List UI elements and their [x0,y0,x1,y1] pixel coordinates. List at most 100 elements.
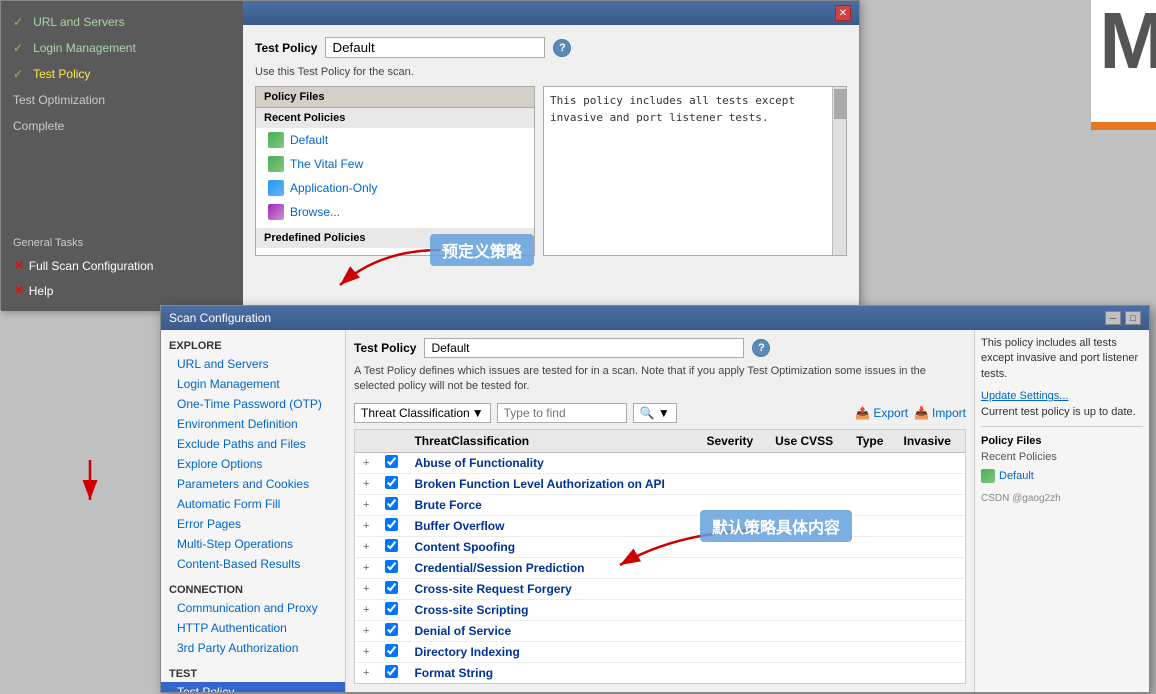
full-scan-config-task[interactable]: ✕ Full Scan Configuration [1,253,243,278]
expand-cell[interactable]: + [355,662,377,683]
col-check [377,430,406,453]
row-checkbox[interactable] [385,518,398,531]
expand-cell[interactable]: + [355,641,377,662]
invasive-cell [896,599,965,620]
row-checkbox[interactable] [385,602,398,615]
col-severity[interactable]: Severity [698,430,767,453]
checkbox-cell[interactable] [377,452,406,473]
sidebar-item-test-optimization[interactable]: Test Optimization [1,87,243,113]
nav-item-login-mgmt[interactable]: Login Management [161,374,345,394]
bg-close-button[interactable]: ✕ [835,5,851,21]
main-window-title: Scan Configuration [169,311,271,325]
type-cell [848,599,895,620]
row-checkbox[interactable] [385,644,398,657]
policy-input[interactable] [424,338,744,358]
col-type[interactable]: Type [848,430,895,453]
table-row: + Broken Function Level Authorization on… [355,473,965,494]
help-button[interactable]: ? [752,339,770,357]
checkbox-cell[interactable] [377,536,406,557]
bg-scrollbar-thumb[interactable] [834,89,846,119]
nav-item-content-based[interactable]: Content-Based Results [161,554,345,574]
nav-item-error-pages[interactable]: Error Pages [161,514,345,534]
invasive-cell [896,662,965,683]
bg-policy-files-header: Policy Files [256,87,534,108]
sidebar-item-test-policy[interactable]: Test Policy [1,61,243,87]
row-checkbox[interactable] [385,581,398,594]
expand-cell[interactable]: + [355,536,377,557]
checkbox-cell[interactable] [377,494,406,515]
threat-name-cell: Format String [406,662,698,683]
bg-policy-item-vital[interactable]: The Vital Few [256,152,534,176]
expand-cell[interactable]: + [355,452,377,473]
table-row: + Directory Indexing [355,641,965,662]
nav-item-url-servers[interactable]: URL and Servers [161,354,345,374]
row-checkbox[interactable] [385,623,398,636]
minimize-button[interactable]: ─ [1105,311,1121,325]
bg-policy-item-browse[interactable]: Browse... [256,200,534,224]
nav-item-3rd-party[interactable]: 3rd Party Authorization [161,638,345,658]
sidebar-item-login-management[interactable]: Login Management [1,35,243,61]
severity-cell [698,452,767,473]
severity-cell [698,641,767,662]
checkbox-cell[interactable] [377,473,406,494]
col-cvss[interactable]: Use CVSS [767,430,848,453]
expand-cell[interactable]: + [355,494,377,515]
bg-policy-item-default[interactable]: Default [256,128,534,152]
sidebar-item-url-servers[interactable]: URL and Servers [1,9,243,35]
expand-cell[interactable]: + [355,557,377,578]
nav-item-comm-proxy[interactable]: Communication and Proxy [161,598,345,618]
checkbox-cell[interactable] [377,557,406,578]
info-desc-text: This policy includes all tests except in… [981,336,1143,382]
checkbox-cell[interactable] [377,578,406,599]
row-checkbox[interactable] [385,497,398,510]
expand-cell[interactable]: + [355,683,377,684]
chevron-down-icon: ▼ [472,406,484,420]
checkbox-cell[interactable] [377,683,406,684]
invasive-cell [896,494,965,515]
help-task[interactable]: ✕ Help [1,278,243,303]
bg-policy-item-app-only[interactable]: Application-Only [256,176,534,200]
nav-item-otp[interactable]: One-Time Password (OTP) [161,394,345,414]
search-button[interactable]: 🔍 ▼ [633,403,677,423]
row-checkbox[interactable] [385,539,398,552]
expand-cell[interactable]: + [355,515,377,536]
expand-cell[interactable]: + [355,620,377,641]
checkbox-cell[interactable] [377,599,406,620]
nav-item-exclude[interactable]: Exclude Paths and Files [161,434,345,454]
bg-scrollbar[interactable] [832,87,846,255]
nav-item-multi-step[interactable]: Multi-Step Operations [161,534,345,554]
sidebar-item-complete[interactable]: Complete [1,113,243,139]
expand-cell[interactable]: + [355,578,377,599]
nav-item-http-auth[interactable]: HTTP Authentication [161,618,345,638]
threat-table-container[interactable]: ThreatClassification Severity Use CVSS T… [354,429,966,684]
nav-item-test-policy[interactable]: Test Policy [161,682,345,692]
row-checkbox[interactable] [385,665,398,678]
checkbox-cell[interactable] [377,620,406,641]
expand-cell[interactable]: + [355,599,377,620]
export-button[interactable]: 📤 Export [855,406,908,420]
checkbox-cell[interactable] [377,662,406,683]
nav-item-params-cookies[interactable]: Parameters and Cookies [161,474,345,494]
bg-policy-input[interactable] [325,37,545,58]
checkbox-cell[interactable] [377,515,406,536]
info-recent-item-default[interactable]: Default [981,467,1143,485]
nav-item-env-def[interactable]: Environment Definition [161,414,345,434]
sidebar-item-label: Login Management [33,41,136,55]
checkbox-cell[interactable] [377,641,406,662]
maximize-button[interactable]: □ [1125,311,1141,325]
nav-item-auto-form[interactable]: Automatic Form Fill [161,494,345,514]
col-threat[interactable]: ThreatClassification [406,430,698,453]
row-checkbox[interactable] [385,455,398,468]
import-button[interactable]: 📥 Import [914,406,966,420]
update-settings-link[interactable]: Update Settings... [981,390,1143,402]
row-checkbox[interactable] [385,476,398,489]
table-row: + Denial of Service [355,620,965,641]
nav-item-explore-opts[interactable]: Explore Options [161,454,345,474]
bg-help-button[interactable]: ? [553,39,571,57]
row-checkbox[interactable] [385,560,398,573]
search-input[interactable] [497,403,627,423]
col-invasive[interactable]: Invasive [896,430,965,453]
threat-classification-dropdown[interactable]: Threat Classification ▼ [354,403,491,423]
expand-cell[interactable]: + [355,473,377,494]
threat-name-cell: Content Spoofing [406,536,698,557]
